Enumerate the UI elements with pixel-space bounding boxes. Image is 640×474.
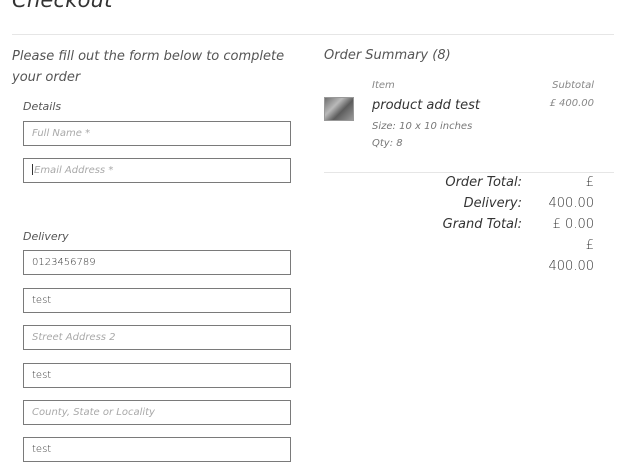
text-cursor <box>32 164 33 175</box>
email-field[interactable]: Email Address * <box>23 158 291 183</box>
postcode-field[interactable]: test <box>23 437 291 462</box>
details-label: Details <box>23 100 62 113</box>
product-subtotal: £ 400.00 <box>549 98 594 109</box>
grand-total-amount: 400.00 <box>548 259 595 274</box>
item-column-header: Item <box>372 80 395 91</box>
town-city-value: test <box>32 370 52 381</box>
form-intro: Please fill out the form below to comple… <box>12 49 285 85</box>
page-title: Checkout <box>12 0 113 12</box>
town-city-field[interactable]: test <box>23 363 291 388</box>
street-address-1-field[interactable]: test <box>23 288 291 313</box>
subtotal-column-header: Subtotal <box>552 80 594 91</box>
product-size: Size: 10 x 10 inches <box>372 121 473 132</box>
delivery-total-label: Delivery: <box>463 196 522 211</box>
grand-total-label: Grand Total: <box>442 217 522 232</box>
delivery-label: Delivery <box>23 230 69 243</box>
divider <box>324 172 614 173</box>
full-name-placeholder: Full Name * <box>32 128 91 139</box>
product-qty: Qty: 8 <box>372 138 403 149</box>
grand-total-currency: £ <box>585 238 594 253</box>
divider <box>12 34 614 35</box>
postcode-value: test <box>32 444 52 455</box>
county-field[interactable]: County, State or Locality <box>23 400 291 425</box>
email-placeholder: Email Address * <box>34 165 114 176</box>
order-summary-title: Order Summary (8) <box>324 48 451 63</box>
county-placeholder: County, State or Locality <box>32 407 155 418</box>
product-name: product add test <box>372 98 480 113</box>
order-total-label: Order Total: <box>445 175 522 190</box>
phone-value: 0123456789 <box>32 257 96 268</box>
street-address-2-field[interactable]: Street Address 2 <box>23 325 291 350</box>
grand-total-value: £ 0.00 <box>552 217 594 232</box>
product-image <box>324 97 354 121</box>
street-address-1-value: test <box>32 295 52 306</box>
full-name-field[interactable]: Full Name * <box>23 121 291 146</box>
street-address-2-placeholder: Street Address 2 <box>32 332 116 343</box>
phone-field[interactable]: 0123456789 <box>23 250 291 275</box>
order-total-currency: £ <box>585 175 594 190</box>
delivery-total-value: 400.00 <box>548 196 595 211</box>
